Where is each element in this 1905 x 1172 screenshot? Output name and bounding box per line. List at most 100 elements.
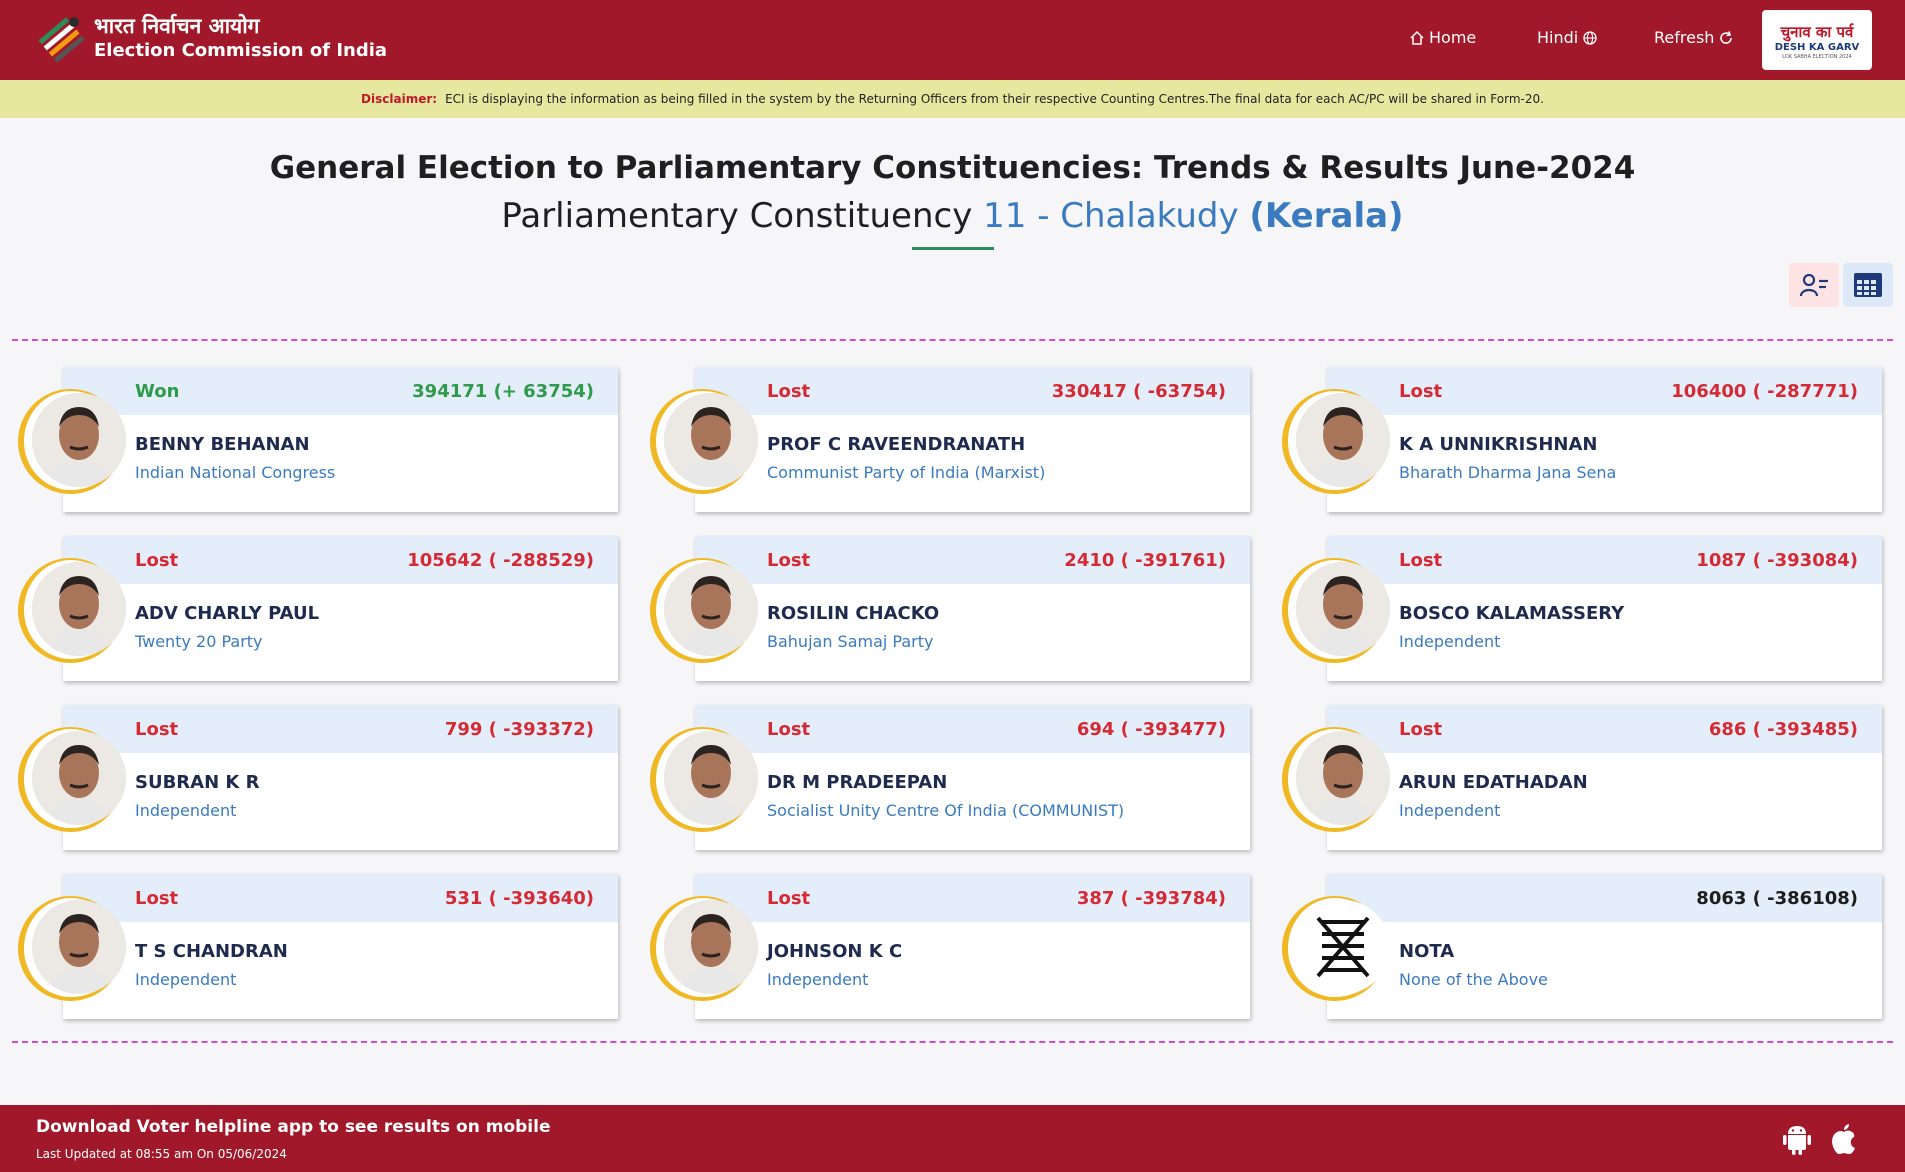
candidate-status: Lost xyxy=(135,719,179,740)
candidate-name: DR M PRADEEPAN xyxy=(767,772,948,793)
candidate-card[interactable]: Won 394171 (+ 63754) BENNY BEHANAN India… xyxy=(18,367,618,512)
nav-hindi-label: Hindi xyxy=(1537,28,1579,47)
nota-icon xyxy=(1296,900,1390,994)
list-view-button[interactable] xyxy=(1789,263,1839,307)
constituency-name: 11 - Chalakudy xyxy=(983,196,1239,236)
avatar-ring xyxy=(1282,558,1390,663)
candidate-votes: 330417 ( -63754) xyxy=(1051,381,1226,402)
title-underline xyxy=(912,247,994,250)
table-icon xyxy=(1854,273,1882,297)
candidate-card-body: 8063 ( -386108) NOTA None of the Above xyxy=(1327,874,1882,1019)
avatar-ring xyxy=(18,389,126,494)
candidate-card[interactable]: Lost 686 ( -393485) ARUN EDATHADAN Indep… xyxy=(1282,705,1882,850)
candidate-name: SUBRAN K R xyxy=(135,772,260,793)
candidate-status: Lost xyxy=(135,550,179,571)
footer-last-updated: Last Updated at 08:55 am On 05/06/2024 xyxy=(36,1147,287,1161)
candidate-card[interactable]: Lost 330417 ( -63754) PROF C RAVEENDRANA… xyxy=(650,367,1250,512)
candidate-votes: 8063 ( -386108) xyxy=(1696,888,1858,909)
android-icon[interactable] xyxy=(1782,1123,1812,1159)
candidate-card-body: Lost 105642 ( -288529) ADV CHARLY PAUL T… xyxy=(63,536,618,681)
candidate-card[interactable]: Lost 105642 ( -288529) ADV CHARLY PAUL T… xyxy=(18,536,618,681)
constituency-state: (Kerala) xyxy=(1249,196,1404,236)
logo-english-text: Election Commission of India xyxy=(94,40,388,61)
refresh-icon xyxy=(1720,30,1733,44)
user-list-icon xyxy=(1799,273,1828,297)
candidate-card-body: Lost 330417 ( -63754) PROF C RAVEENDRANA… xyxy=(695,367,1250,512)
candidate-card-body: Won 394171 (+ 63754) BENNY BEHANAN India… xyxy=(63,367,618,512)
candidate-photo xyxy=(664,900,758,994)
badge-english-text: DESH KA GARV xyxy=(1774,42,1860,53)
candidate-card[interactable]: Lost 2410 ( -391761) ROSILIN CHACKO Bahu… xyxy=(650,536,1250,681)
nav-hindi[interactable]: Hindi xyxy=(1537,28,1602,47)
candidate-votes: 106400 ( -287771) xyxy=(1671,381,1858,402)
avatar-ring xyxy=(18,558,126,663)
disclaimer-text: ECI is displaying the information as bei… xyxy=(445,92,1544,106)
candidate-photo xyxy=(32,731,126,825)
avatar-ring xyxy=(1282,727,1390,832)
candidate-photo xyxy=(664,393,758,487)
disclaimer-label: Disclaimer: xyxy=(361,92,438,106)
candidate-party: Communist Party of India (Marxist) xyxy=(767,463,1046,482)
nav-refresh[interactable]: Refresh xyxy=(1654,28,1738,47)
candidate-card[interactable]: Lost 694 ( -393477) DR M PRADEEPAN Socia… xyxy=(650,705,1250,850)
candidate-photo xyxy=(32,900,126,994)
candidate-name: NOTA xyxy=(1399,941,1455,962)
avatar-ring xyxy=(650,727,758,832)
candidate-votes: 531 ( -393640) xyxy=(444,888,594,909)
candidate-name: ADV CHARLY PAUL xyxy=(135,603,320,624)
apple-icon[interactable] xyxy=(1830,1123,1858,1159)
divider-top xyxy=(12,339,1893,341)
avatar-ring xyxy=(650,558,758,663)
candidate-card[interactable]: Lost 387 ( -393784) JOHNSON K C Independ… xyxy=(650,874,1250,1019)
candidate-card[interactable]: Lost 1087 ( -393084) BOSCO KALAMASSERY I… xyxy=(1282,536,1882,681)
table-view-button[interactable] xyxy=(1843,263,1893,307)
candidate-card[interactable]: Lost 531 ( -393640) T S CHANDRAN Indepen… xyxy=(18,874,618,1019)
footer: Download Voter helpline app to see resul… xyxy=(0,1105,1905,1172)
candidate-party: Independent xyxy=(135,801,237,820)
candidate-photo xyxy=(32,562,126,656)
candidate-votes: 394171 (+ 63754) xyxy=(412,381,594,402)
candidate-card[interactable]: Lost 106400 ( -287771) K A UNNIKRISHNAN … xyxy=(1282,367,1882,512)
candidate-name: JOHNSON K C xyxy=(767,941,903,962)
badge-tiny-text: LOK SABHA ELECTION 2024 xyxy=(1782,54,1852,60)
candidate-votes: 1087 ( -393084) xyxy=(1696,550,1858,571)
disclaimer-bar: Disclaimer: ECI is displaying the inform… xyxy=(0,80,1905,118)
candidate-card-body: Lost 686 ( -393485) ARUN EDATHADAN Indep… xyxy=(1327,705,1882,850)
candidate-party: Independent xyxy=(1399,632,1501,651)
candidate-status: Lost xyxy=(1399,719,1443,740)
eci-logo[interactable]: भारत निर्वाचन आयोग Election Commission o… xyxy=(34,12,387,64)
candidate-card[interactable]: 8063 ( -386108) NOTA None of the Above xyxy=(1282,874,1882,1019)
candidate-party: Independent xyxy=(1399,801,1501,820)
candidate-card[interactable]: Lost 799 ( -393372) SUBRAN K R Independe… xyxy=(18,705,618,850)
candidate-name: T S CHANDRAN xyxy=(135,941,288,962)
candidate-photo xyxy=(1296,393,1390,487)
candidate-name: BOSCO KALAMASSERY xyxy=(1399,603,1625,624)
candidate-card-body: Lost 531 ( -393640) T S CHANDRAN Indepen… xyxy=(63,874,618,1019)
candidate-votes: 2410 ( -391761) xyxy=(1064,550,1226,571)
candidate-party: Independent xyxy=(767,970,869,989)
top-header: भारत निर्वाचन आयोग Election Commission o… xyxy=(0,0,1905,80)
candidate-card-body: Lost 387 ( -393784) JOHNSON K C Independ… xyxy=(695,874,1250,1019)
home-icon xyxy=(1410,30,1424,45)
avatar-ring xyxy=(18,727,126,832)
candidate-party: Twenty 20 Party xyxy=(135,632,263,651)
candidate-party: Independent xyxy=(135,970,237,989)
avatar-ring xyxy=(18,896,126,1001)
candidate-status: Lost xyxy=(1399,550,1443,571)
candidate-card-body: Lost 1087 ( -393084) BOSCO KALAMASSERY I… xyxy=(1327,536,1882,681)
constituency-title: Parliamentary Constituency 11 - Chalakud… xyxy=(0,196,1905,236)
candidate-status: Lost xyxy=(767,888,811,909)
candidate-party: Bahujan Samaj Party xyxy=(767,632,934,651)
nav-refresh-label: Refresh xyxy=(1654,28,1715,47)
candidate-status: Lost xyxy=(767,550,811,571)
candidate-name: K A UNNIKRISHNAN xyxy=(1399,434,1598,455)
nav-home-label: Home xyxy=(1429,28,1477,47)
candidate-name: PROF C RAVEENDRANATH xyxy=(767,434,1026,455)
footer-download-text: Download Voter helpline app to see resul… xyxy=(36,1117,551,1137)
candidate-card-body: Lost 2410 ( -391761) ROSILIN CHACKO Bahu… xyxy=(695,536,1250,681)
candidate-card-body: Lost 799 ( -393372) SUBRAN K R Independe… xyxy=(63,705,618,850)
avatar-ring xyxy=(650,389,758,494)
candidate-photo xyxy=(32,393,126,487)
desh-ka-garv-badge: चुनाव का पर्व DESH KA GARV LOK SABHA ELE… xyxy=(1762,10,1872,70)
nav-home[interactable]: Home xyxy=(1405,28,1476,47)
